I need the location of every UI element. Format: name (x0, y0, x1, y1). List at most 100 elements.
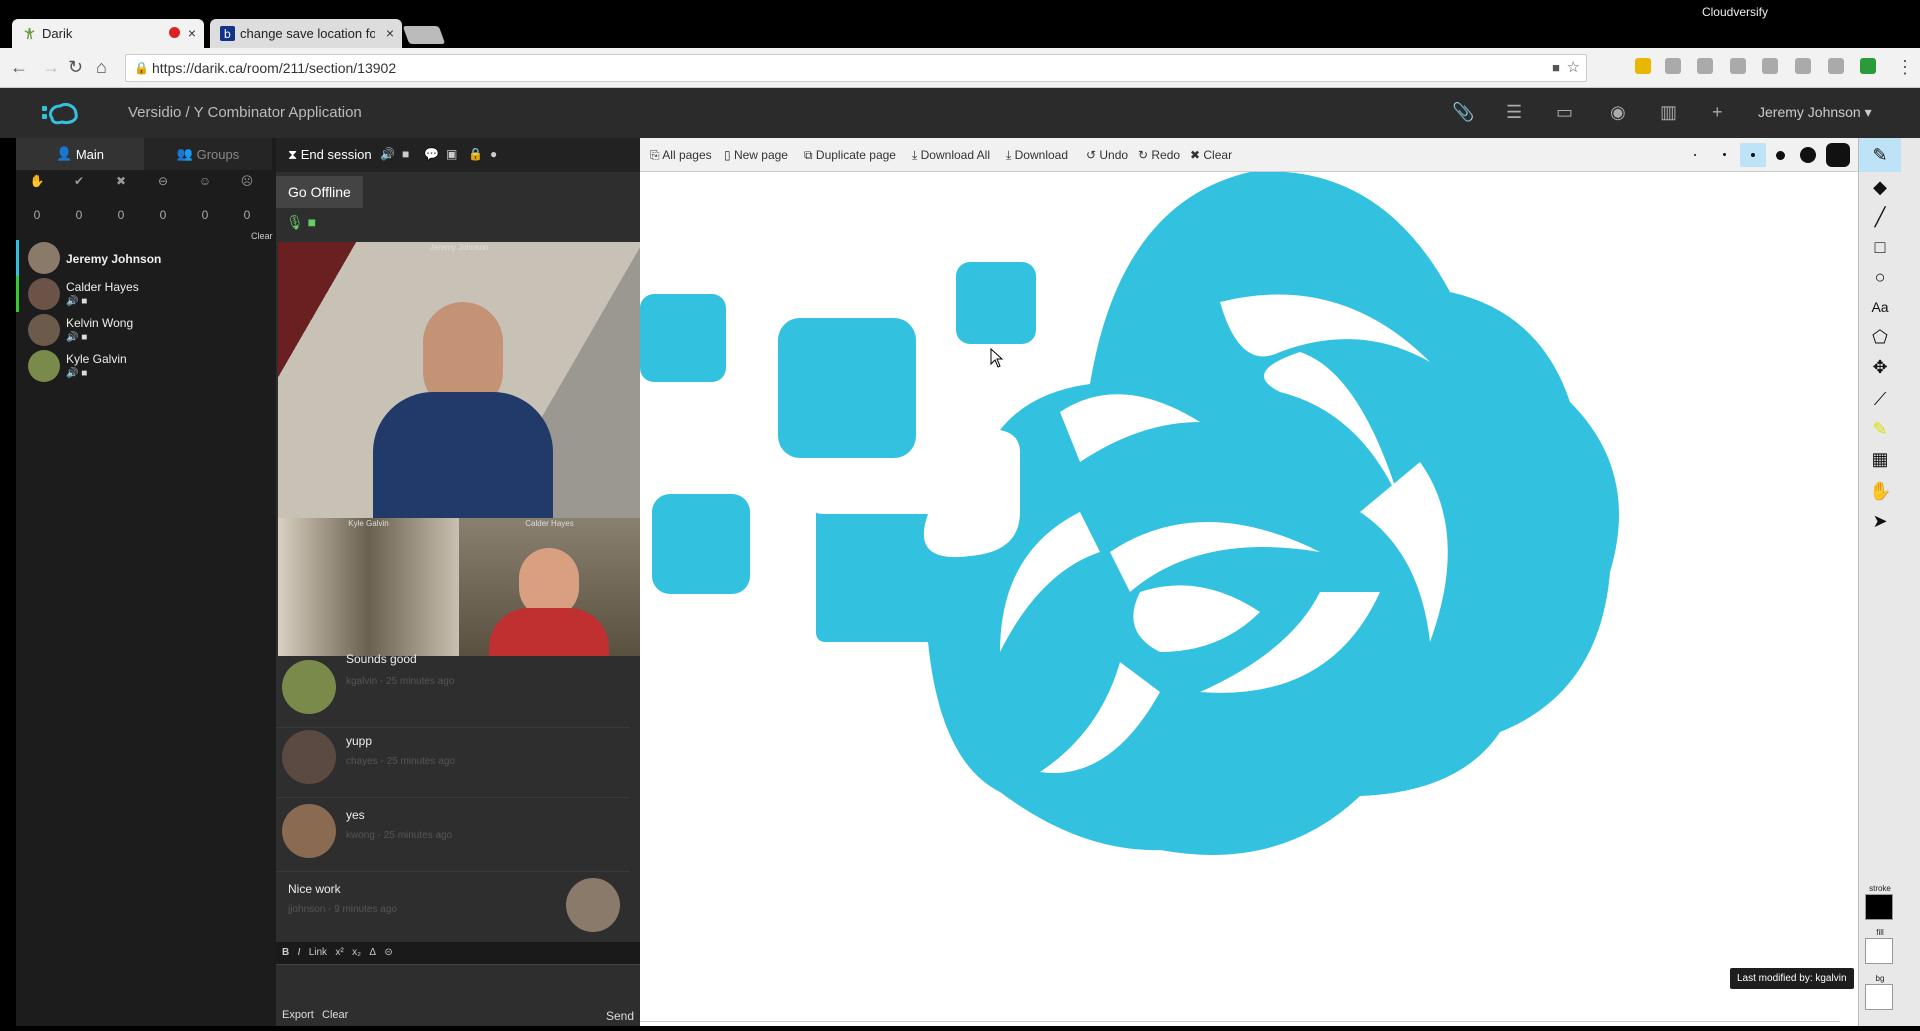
delta-button[interactable]: Δ (369, 947, 376, 958)
text-tool-icon[interactable]: Aa (1869, 296, 1891, 318)
line-icon[interactable]: ╱ (1869, 206, 1891, 228)
pencil-tool-selected[interactable]: ✎ (1859, 138, 1901, 172)
brush-size-xs[interactable] (1694, 154, 1696, 156)
tab-main[interactable]: 👤 Main (16, 138, 144, 170)
brush-size-xxl[interactable] (1826, 143, 1850, 167)
chat-input[interactable] (276, 964, 640, 1006)
minus-circle-icon[interactable]: ⊖ (142, 174, 184, 188)
monitor-icon[interactable]: ▭ (1556, 102, 1573, 123)
polygon-icon[interactable]: ⬠ (1869, 326, 1891, 348)
video-calder-hayes[interactable]: Calder Hayes (459, 518, 640, 656)
participant-calder-hayes[interactable]: Calder Hayes 🔊 ■ (16, 276, 276, 312)
bold-button[interactable]: B (282, 947, 289, 958)
forward-icon[interactable]: → (42, 57, 60, 78)
rectangle-icon[interactable]: □ (1869, 236, 1891, 258)
browser-tab-darik[interactable]: Darik × (12, 19, 204, 48)
video-jeremy-johnson[interactable]: Jeremy Johnson (278, 242, 640, 518)
superscript-button[interactable]: x² (335, 947, 343, 958)
user-menu[interactable]: Jeremy Johnson ▾ (1758, 104, 1872, 121)
frown-icon[interactable]: ☹ (226, 174, 268, 188)
eraser-icon[interactable]: ◆ (1869, 176, 1891, 198)
download-button[interactable]: ⤓ Download (1006, 148, 1068, 163)
clear-chat-button[interactable]: Clear (322, 1009, 348, 1021)
extension-icon[interactable] (1795, 58, 1811, 74)
link-button[interactable]: Link (309, 947, 327, 958)
home-icon[interactable]: ⌂ (96, 57, 107, 78)
video-icon[interactable]: ■ (402, 147, 409, 161)
extension-icon[interactable] (1635, 58, 1651, 74)
clear-format-button[interactable]: ⊝ (384, 947, 392, 958)
select-pointer-icon[interactable]: ➤ (1869, 510, 1891, 532)
subscript-button[interactable]: x₂ (352, 947, 361, 958)
background-color-swatch[interactable] (1865, 984, 1893, 1010)
browser-menu-icon[interactable]: ⋮ (1896, 57, 1914, 78)
extension-icon[interactable] (1697, 58, 1713, 74)
clear-board-button[interactable]: ✖ Clear (1190, 148, 1232, 162)
video-kyle-galvin[interactable]: Kyle Galvin (278, 518, 459, 656)
undo-button[interactable]: ↺ Undo (1086, 148, 1128, 162)
duplicate-page-button[interactable]: ⧉ Duplicate page (804, 148, 896, 163)
globe-icon[interactable]: ◉ (1610, 102, 1626, 123)
ellipse-icon[interactable]: ○ (1869, 266, 1891, 288)
extension-icon[interactable] (1762, 58, 1778, 74)
go-offline-button[interactable]: Go Offline (276, 176, 363, 208)
new-page-button[interactable]: ▯ New page (724, 148, 788, 162)
close-tab-icon[interactable]: × (386, 25, 394, 41)
attachment-icon[interactable]: 📎 (1452, 102, 1474, 123)
participant-kyle-galvin[interactable]: Kyle Galvin 🔊 ■ (16, 348, 276, 384)
highlighter-icon[interactable]: ✎ (1869, 418, 1891, 440)
browser-profile-name[interactable]: Cloudversify (1702, 5, 1768, 19)
brush-dot-icon (1751, 153, 1755, 157)
microphone-icon[interactable]: 🎙 (286, 214, 304, 230)
brush-size-l[interactable] (1776, 151, 1785, 160)
list-icon[interactable]: ☰ (1506, 102, 1522, 123)
export-button[interactable]: Export (282, 1009, 314, 1021)
extension-icon[interactable] (1860, 58, 1876, 74)
lock-icon[interactable]: 🔒 (468, 147, 483, 161)
chat-icon[interactable]: 💬 (424, 147, 439, 161)
brush-size-s[interactable] (1723, 153, 1726, 156)
chart-icon[interactable]: ▥ (1660, 102, 1677, 123)
redo-button[interactable]: ↻ Redo (1138, 148, 1180, 162)
cross-icon[interactable]: ✖ (100, 174, 142, 188)
move-icon[interactable]: ✥ (1869, 356, 1891, 378)
reload-icon[interactable]: ↻ (68, 57, 83, 78)
extension-icon[interactable] (1730, 58, 1746, 74)
avatar (282, 730, 336, 784)
volume-icon[interactable]: 🔊 (380, 147, 395, 161)
canvas-scrollbar[interactable] (640, 1021, 1840, 1022)
whiteboard-canvas[interactable] (640, 171, 1858, 1026)
hand-icon[interactable]: ✋ (1869, 480, 1891, 502)
image-icon[interactable]: ▣ (446, 147, 457, 161)
back-icon[interactable]: ← (10, 57, 28, 78)
record-icon[interactable]: ● (490, 147, 497, 161)
fill-color-swatch[interactable] (1865, 938, 1893, 964)
extension-icon[interactable] (1828, 58, 1844, 74)
participant-jeremy-johnson[interactable]: Jeremy Johnson (16, 240, 276, 276)
plus-icon[interactable]: + (1712, 102, 1723, 123)
star-icon[interactable]: ☆ (1567, 55, 1580, 81)
end-session-button[interactable]: ⧗ End session (288, 147, 372, 163)
all-pages-button[interactable]: ⎘ All pages (650, 148, 712, 163)
raise-hand-icon[interactable]: ✋ (16, 174, 58, 188)
check-icon[interactable]: ✔ (58, 174, 100, 188)
smile-icon[interactable]: ☺ (184, 174, 226, 188)
grid-icon[interactable]: ▦ (1869, 448, 1891, 470)
close-tab-icon[interactable]: × (188, 25, 196, 41)
new-tab-button[interactable] (402, 26, 446, 44)
italic-button[interactable]: I (298, 947, 301, 958)
participant-kelvin-wong[interactable]: Kelvin Wong 🔊 ■ (16, 312, 276, 348)
camera-icon[interactable]: ■ (1552, 55, 1560, 81)
brush-size-selected[interactable] (1740, 143, 1766, 167)
browser-tab-bing[interactable]: b change save location for × (210, 19, 402, 48)
download-all-button[interactable]: ⤓ Download All (912, 148, 990, 163)
tab-groups[interactable]: 👥 Groups (144, 138, 272, 170)
stroke-color-swatch[interactable] (1865, 894, 1893, 920)
url-input[interactable]: 🔒 https://darik.ca/room/211/section/1390… (125, 54, 1587, 82)
extension-icon[interactable] (1665, 58, 1681, 74)
brush-size-xl[interactable] (1800, 147, 1816, 163)
camera-icon[interactable]: ■ (308, 214, 316, 230)
eyedropper-icon[interactable]: ⟋ (1869, 388, 1891, 410)
darik-logo-icon[interactable] (40, 100, 80, 126)
send-button[interactable]: Send (606, 1009, 634, 1023)
